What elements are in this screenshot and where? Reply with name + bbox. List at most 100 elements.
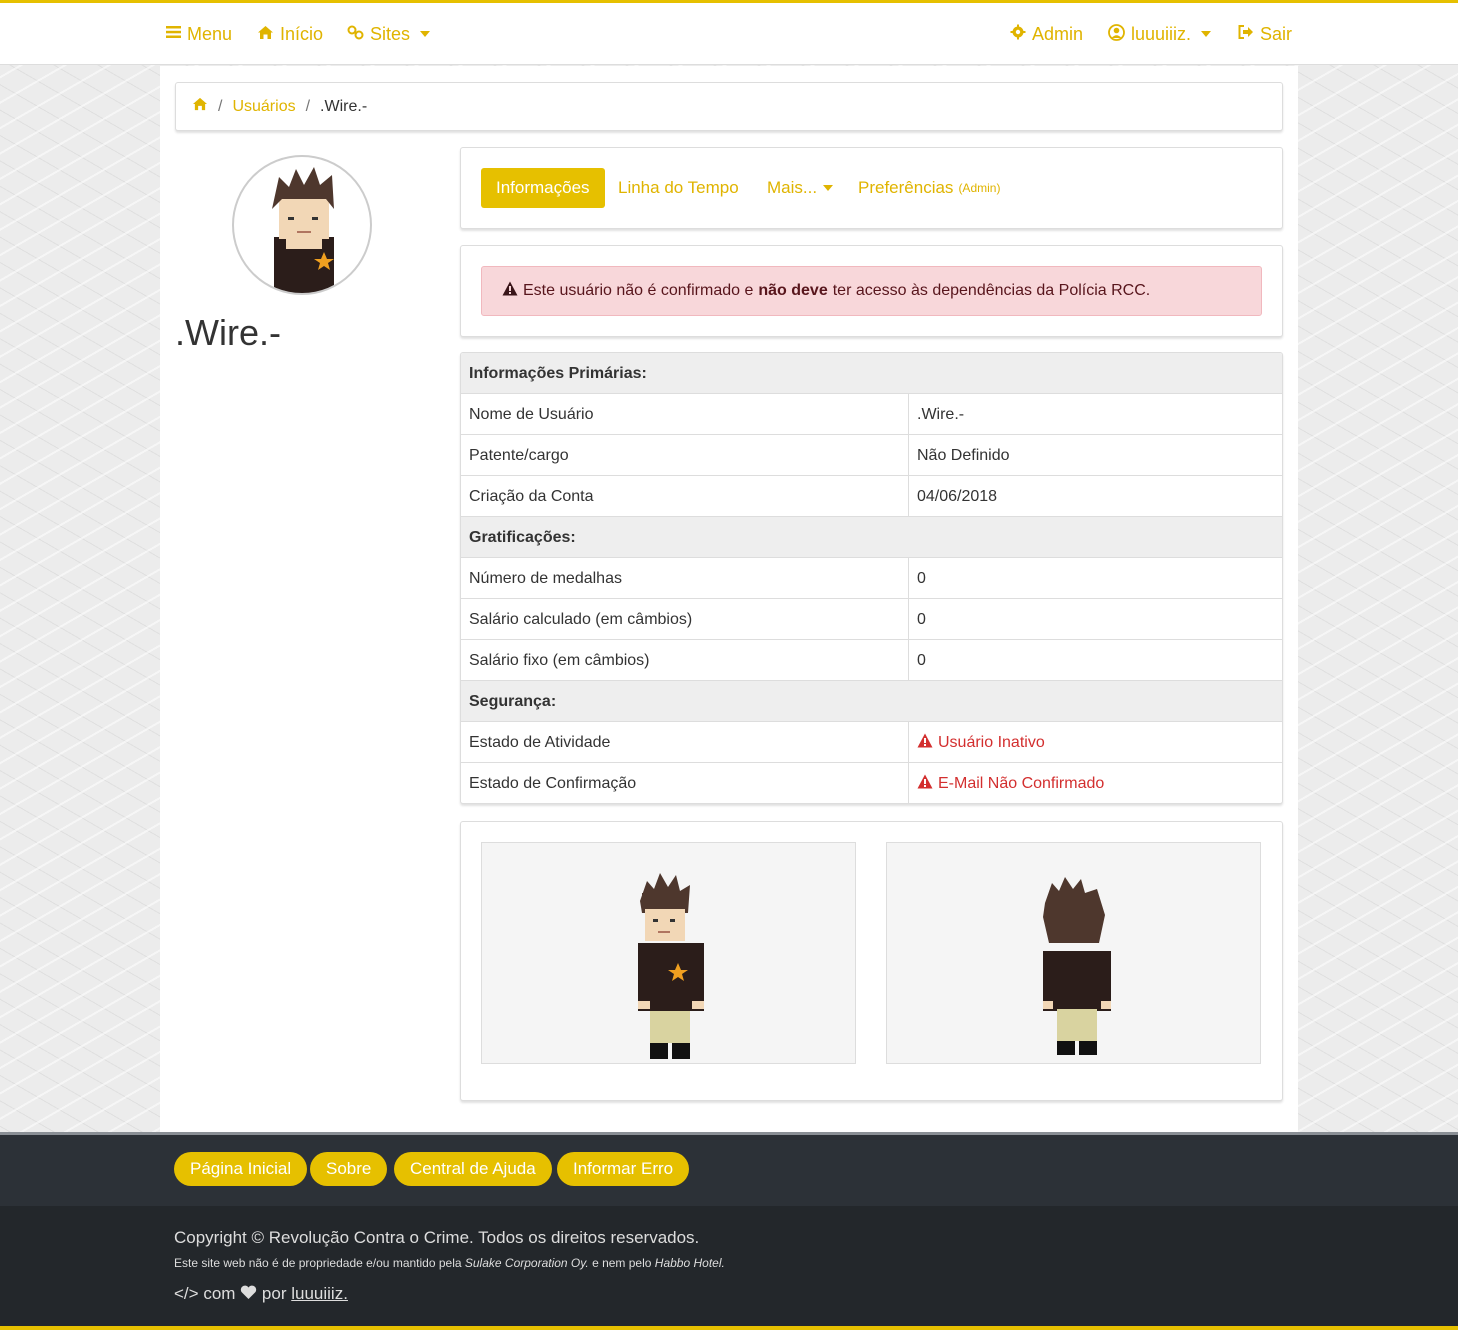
breadcrumb-current: .Wire.- [320, 97, 368, 115]
nav-sites-dropdown[interactable]: Sites [347, 3, 431, 65]
row-value-status: Usuário Inativo [908, 722, 1282, 763]
chevron-down-icon [420, 31, 431, 37]
tab-preferences-label: Preferências [858, 178, 954, 197]
code-icon: </> [174, 1284, 199, 1303]
menu-icon [166, 25, 181, 43]
nav-menu[interactable]: Menu [166, 3, 232, 65]
row-label: Salário fixo (em câmbios) [469, 651, 650, 669]
avatar-image [272, 167, 334, 293]
profile-name: .Wire.- [175, 312, 281, 353]
logout-icon [1238, 25, 1254, 43]
nav-user-label: luuuiiiz. [1131, 23, 1192, 44]
row-label: Estado de Atividade [469, 733, 611, 751]
table-section-header: Gratificações: [461, 517, 1282, 558]
disclaimer-part-1: Este site web não é de propriedade e/ou … [174, 1256, 462, 1270]
nav-home[interactable]: Início [257, 3, 323, 65]
nav-logout[interactable]: Sair [1238, 3, 1292, 65]
footer-report-button[interactable]: Informar Erro [557, 1152, 690, 1186]
footer-home-button[interactable]: Página Inicial [174, 1152, 308, 1186]
warning-icon [917, 733, 933, 753]
bottom-accent-bar [0, 1326, 1458, 1330]
disclaimer-company: Sulake Corporation Oy. [464, 1256, 589, 1270]
tab-preferences-admin-note: (Admin) [958, 181, 1001, 195]
user-info-table: Informações Primárias: Nome de Usuário .… [460, 352, 1283, 804]
nav-logout-label: Sair [1260, 23, 1293, 44]
avatar-images-card [460, 821, 1283, 1101]
alert-text-after: ter acesso às dependências da Polícia RC… [832, 282, 1151, 299]
activity-status-text: Usuário Inativo [938, 733, 1045, 751]
table-row: Estado de Atividade Usuário Inativo [461, 722, 1282, 763]
nav-user-dropdown[interactable]: luuuiiiz. [1108, 3, 1212, 65]
section-security-label: Segurança: [469, 692, 557, 710]
table-section-header: Informações Primárias: [461, 353, 1282, 394]
row-label: Estado de Confirmação [469, 774, 637, 792]
footer-links-bar: Página Inicial Sobre Central de Ajuda In… [0, 1132, 1458, 1206]
footer: Copyright © Revolução Contra o Crime. To… [0, 1206, 1458, 1330]
warning-icon [917, 774, 933, 794]
alert-card: Este usuário não é confirmado e não deve… [460, 245, 1283, 337]
home-icon [257, 25, 274, 44]
table-row: Criação da Conta 04/06/2018 [461, 476, 1282, 517]
disclaimer-hotel: Habbo Hotel. [654, 1256, 725, 1270]
row-value: 0 [908, 640, 1282, 681]
alert-text-bold: não deve [758, 282, 828, 299]
gear-icon [1010, 24, 1026, 44]
made-by-line: </> com por luuuiiiz. [174, 1284, 348, 1304]
nav-home-label: Início [280, 23, 324, 44]
chevron-down-icon [823, 185, 834, 191]
table-row: Número de medalhas 0 [461, 558, 1282, 599]
breadcrumb: / Usuários / .Wire.- [175, 82, 1283, 131]
nav-admin-label: Admin [1032, 23, 1084, 44]
nav-admin[interactable]: Admin [1010, 3, 1083, 65]
section-primary-label: Informações Primárias: [469, 364, 647, 382]
main-container: / Usuários / .Wire.- .Wire.- Informações… [160, 66, 1298, 1132]
link-icon [347, 25, 364, 44]
warning-icon [502, 281, 518, 301]
row-label: Patente/cargo [469, 446, 569, 464]
row-value: 0 [908, 599, 1282, 640]
tab-timeline[interactable]: Linha do Tempo [618, 168, 739, 208]
made-with-text: com [203, 1284, 236, 1303]
tab-more-dropdown[interactable]: Mais... [767, 168, 834, 208]
profile-tabs: Informações Linha do Tempo Mais... Prefe… [460, 147, 1283, 229]
nav-menu-label: Menu [187, 23, 233, 44]
disclaimer-part-2: e nem pelo [592, 1256, 652, 1270]
table-row: Salário fixo (em câmbios) 0 [461, 640, 1282, 681]
footer-about-button[interactable]: Sobre [310, 1152, 388, 1186]
table-row: Patente/cargo Não Definido [461, 435, 1282, 476]
row-label: Salário calculado (em câmbios) [469, 610, 693, 628]
tab-more-label: Mais... [767, 178, 818, 197]
top-navbar: Menu Início Sites Admin luuuiiiz. Sair [0, 3, 1458, 65]
table-row: Nome de Usuário .Wire.- [461, 394, 1282, 435]
chevron-down-icon [1201, 31, 1212, 37]
author-link[interactable]: luuuiiiz. [291, 1284, 348, 1303]
tab-informacoes[interactable]: Informações [481, 168, 605, 208]
row-value: .Wire.- [908, 394, 1282, 435]
table-row: Salário calculado (em câmbios) 0 [461, 599, 1282, 640]
breadcrumb-separator: / [218, 97, 223, 115]
breadcrumb-separator: / [305, 97, 311, 115]
avatar-front-image [481, 842, 856, 1064]
table-row: Estado de Confirmação E-Mail Não Confirm… [461, 763, 1282, 803]
row-value: Não Definido [908, 435, 1282, 476]
row-label: Nome de Usuário [469, 405, 594, 423]
section-gratifications-label: Gratificações: [469, 528, 576, 546]
unconfirmed-user-alert: Este usuário não é confirmado e não deve… [481, 266, 1262, 316]
row-value-status: E-Mail Não Confirmado [908, 763, 1282, 803]
table-section-header: Segurança: [461, 681, 1282, 722]
footer-help-button[interactable]: Central de Ajuda [394, 1152, 552, 1186]
row-label: Criação da Conta [469, 487, 594, 505]
tab-preferences[interactable]: Preferências (Admin) [858, 168, 1000, 208]
home-icon[interactable] [192, 97, 208, 116]
alert-text-before: Este usuário não é confirmado e [523, 282, 754, 299]
row-label: Número de medalhas [469, 569, 622, 587]
row-value: 0 [908, 558, 1282, 599]
row-value: 04/06/2018 [908, 476, 1282, 517]
heart-icon [240, 1284, 262, 1303]
nav-sites-label: Sites [370, 23, 411, 44]
copyright-text: Copyright © Revolução Contra o Crime. To… [174, 1228, 700, 1247]
made-by-text: por [261, 1284, 287, 1303]
avatar-back-image [886, 842, 1261, 1064]
breadcrumb-users-link[interactable]: Usuários [232, 98, 295, 116]
disclaimer-text: Este site web não é de propriedade e/ou … [174, 1256, 725, 1270]
